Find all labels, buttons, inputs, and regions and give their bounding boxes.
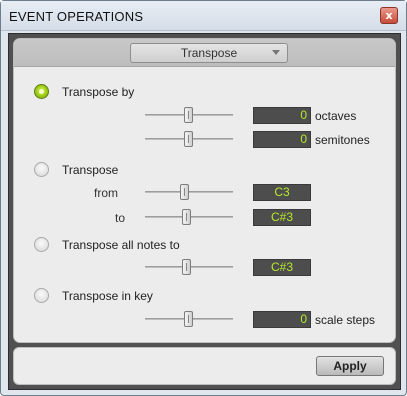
from-slider-thumb[interactable] [180, 184, 189, 200]
semitones-field[interactable]: 0 [253, 131, 311, 148]
semitones-unit-label: semitones [315, 133, 370, 147]
close-icon: x [385, 9, 393, 22]
scale-steps-field[interactable]: 0 [253, 311, 311, 328]
semitones-slider[interactable] [145, 131, 233, 147]
panel-header: Transpose [14, 39, 395, 67]
octaves-unit-label: octaves [315, 109, 357, 123]
from-label: from [94, 186, 118, 200]
transpose-range-label: Transpose [62, 163, 119, 177]
transpose-all-slider-thumb[interactable] [182, 259, 191, 275]
transpose-all-note-field[interactable]: C#3 [253, 259, 311, 276]
octaves-field[interactable]: 0 [253, 107, 311, 124]
scale-steps-slider-thumb[interactable] [184, 311, 193, 327]
chevron-down-icon [272, 50, 280, 55]
octaves-slider[interactable] [145, 107, 233, 123]
apply-button[interactable]: Apply [316, 356, 384, 376]
transpose-by-label: Transpose by [62, 85, 135, 99]
transpose-in-key-radio[interactable] [34, 288, 49, 303]
title-bar[interactable]: EVENT OPERATIONS x [1, 1, 406, 31]
from-slider-track [145, 191, 233, 193]
operations-frame: Transpose Transpose by 0 octaves 0 semit… [8, 33, 401, 390]
scale-steps-unit-label: scale steps [315, 313, 376, 327]
semitones-slider-thumb[interactable] [184, 131, 193, 147]
operation-dropdown-value: Transpose [180, 46, 238, 60]
transpose-all-label: Transpose all notes to [62, 238, 180, 252]
to-label: to [115, 211, 126, 225]
transpose-all-slider[interactable] [145, 259, 233, 275]
transpose-all-radio[interactable] [34, 237, 49, 252]
from-note-field[interactable]: C3 [253, 184, 311, 201]
operation-dropdown[interactable]: Transpose [130, 43, 288, 63]
transpose-panel: Transpose Transpose by 0 octaves 0 semit… [13, 38, 396, 343]
to-slider-thumb[interactable] [182, 209, 191, 225]
from-slider[interactable] [145, 184, 233, 200]
window-title: EVENT OPERATIONS [9, 9, 144, 24]
scale-steps-slider[interactable] [145, 311, 233, 327]
event-operations-window: EVENT OPERATIONS x Transpose Transpose b… [0, 0, 407, 396]
octaves-slider-thumb[interactable] [184, 107, 193, 123]
transpose-range-radio[interactable] [34, 162, 49, 177]
to-note-field[interactable]: C#3 [253, 209, 311, 226]
close-button[interactable]: x [380, 7, 398, 24]
footer-bar: Apply [13, 347, 396, 385]
transpose-in-key-label: Transpose in key [62, 289, 153, 303]
transpose-by-radio[interactable] [34, 84, 49, 99]
to-slider[interactable] [145, 209, 233, 225]
